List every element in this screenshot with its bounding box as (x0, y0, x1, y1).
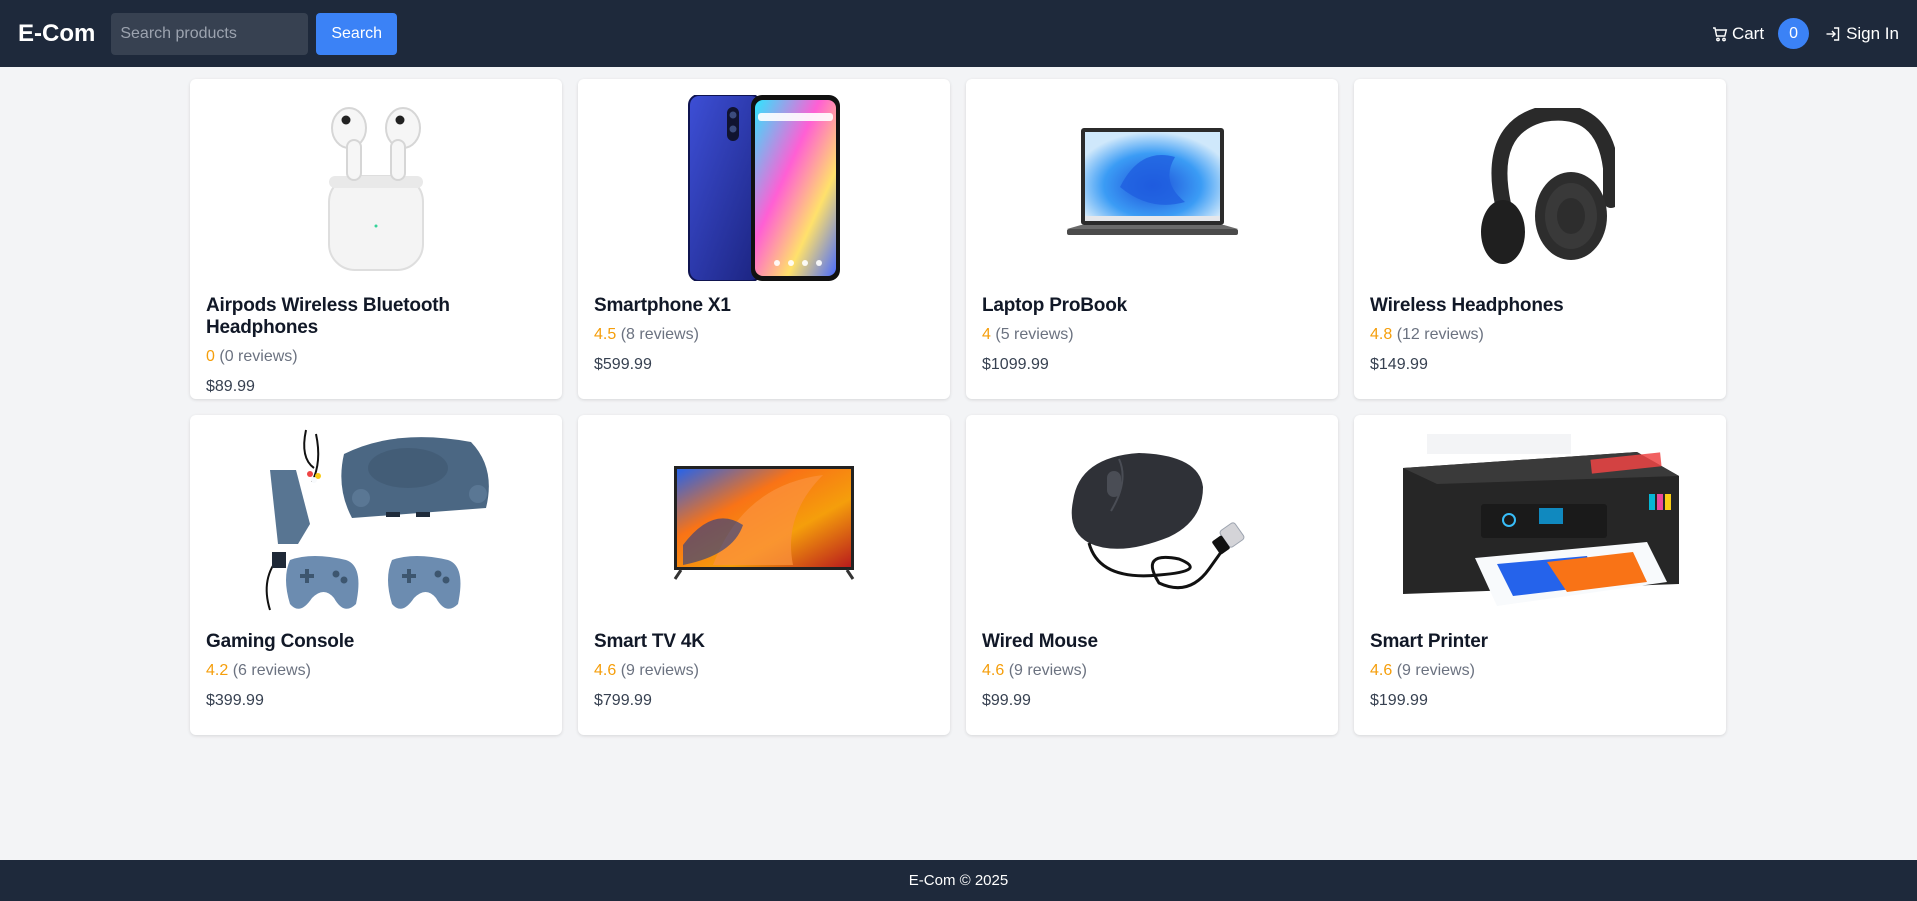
review-count: (9 reviews) (620, 662, 699, 679)
review-count: (0 reviews) (219, 348, 298, 365)
product-rating: 4.2 (6 reviews) (206, 662, 546, 680)
product-card[interactable]: Wireless Headphones 4.8 (12 reviews) $14… (1354, 79, 1726, 399)
cart-link[interactable]: Cart 0 (1712, 18, 1810, 49)
rating-score: 0 (206, 348, 215, 365)
product-grid: Airpods Wireless Bluetooth Headphones 0 … (190, 79, 1726, 735)
product-rating: 4.8 (12 reviews) (1370, 326, 1710, 344)
review-count: (12 reviews) (1396, 326, 1484, 343)
product-price: $1099.99 (982, 356, 1049, 373)
rating-score: 4.8 (1370, 326, 1393, 343)
rating-score: 4.5 (594, 326, 617, 343)
product-rating: 4.6 (9 reviews) (1370, 662, 1710, 680)
rating-score: 4.6 (982, 662, 1005, 679)
product-price: $799.99 (594, 692, 652, 709)
product-card[interactable]: Gaming Console 4.2 (6 reviews) $399.99 (190, 415, 562, 735)
nav-actions: Cart 0 Sign In (1712, 18, 1899, 49)
product-rating: 4.5 (8 reviews) (594, 326, 934, 344)
product-title[interactable]: Gaming Console (206, 631, 546, 653)
product-title[interactable]: Laptop ProBook (982, 295, 1322, 317)
product-title[interactable]: Smart TV 4K (594, 631, 934, 653)
sign-in-icon (1825, 26, 1841, 42)
review-count: (9 reviews) (1396, 662, 1475, 679)
navbar: E-Com Search Cart 0 Sign In (0, 0, 1917, 67)
product-card[interactable]: Smartphone X1 4.5 (8 reviews) $599.99 (578, 79, 950, 399)
review-count: (6 reviews) (232, 662, 311, 679)
product-card[interactable]: Wired Mouse 4.6 (9 reviews) $99.99 (966, 415, 1338, 735)
product-price: $89.99 (206, 378, 255, 395)
product-image-tv[interactable] (594, 429, 934, 619)
review-count: (5 reviews) (995, 326, 1074, 343)
product-rating: 4.6 (9 reviews) (982, 662, 1322, 680)
product-card[interactable]: Airpods Wireless Bluetooth Headphones 0 … (190, 79, 562, 399)
signin-label: Sign In (1846, 23, 1899, 43)
product-price: $99.99 (982, 692, 1031, 709)
search-button[interactable]: Search (316, 12, 398, 55)
footer: E-Com © 2025 (0, 860, 1917, 901)
product-title[interactable]: Wireless Headphones (1370, 295, 1710, 317)
product-image-airpods[interactable] (206, 93, 546, 283)
product-price: $599.99 (594, 356, 652, 373)
product-card[interactable]: Smart Printer 4.6 (9 reviews) $199.99 (1354, 415, 1726, 735)
signin-link[interactable]: Sign In (1825, 24, 1899, 44)
product-image-printer[interactable] (1370, 429, 1710, 619)
product-title[interactable]: Wired Mouse (982, 631, 1322, 653)
product-image-console[interactable] (206, 429, 546, 619)
product-card[interactable]: Laptop ProBook 4 (5 reviews) $1099.99 (966, 79, 1338, 399)
product-rating: 4 (5 reviews) (982, 326, 1322, 344)
rating-score: 4.2 (206, 662, 229, 679)
review-count: (8 reviews) (620, 326, 699, 343)
product-rating: 0 (0 reviews) (206, 348, 546, 366)
review-count: (9 reviews) (1008, 662, 1087, 679)
brand-logo[interactable]: E-Com (18, 20, 95, 48)
product-title[interactable]: Airpods Wireless Bluetooth Headphones (206, 295, 546, 339)
rating-score: 4.6 (594, 662, 617, 679)
footer-text: E-Com © 2025 (908, 872, 1009, 889)
product-title[interactable]: Smartphone X1 (594, 295, 934, 317)
rating-score: 4.6 (1370, 662, 1393, 679)
cart-count-badge: 0 (1778, 18, 1810, 49)
product-image-laptop[interactable] (982, 93, 1322, 283)
product-image-smartphone[interactable] (594, 93, 934, 283)
product-price: $199.99 (1370, 692, 1428, 709)
cart-label: Cart (1731, 23, 1765, 43)
product-card[interactable]: Smart TV 4K 4.6 (9 reviews) $799.99 (578, 415, 950, 735)
product-price: $149.99 (1370, 356, 1428, 373)
cart-icon (1712, 26, 1728, 42)
rating-score: 4 (982, 326, 991, 343)
search-input[interactable] (111, 12, 309, 55)
product-title[interactable]: Smart Printer (1370, 631, 1710, 653)
product-image-headphones[interactable] (1370, 93, 1710, 283)
product-price: $399.99 (206, 692, 264, 709)
product-image-mouse[interactable] (982, 429, 1322, 619)
product-rating: 4.6 (9 reviews) (594, 662, 934, 680)
